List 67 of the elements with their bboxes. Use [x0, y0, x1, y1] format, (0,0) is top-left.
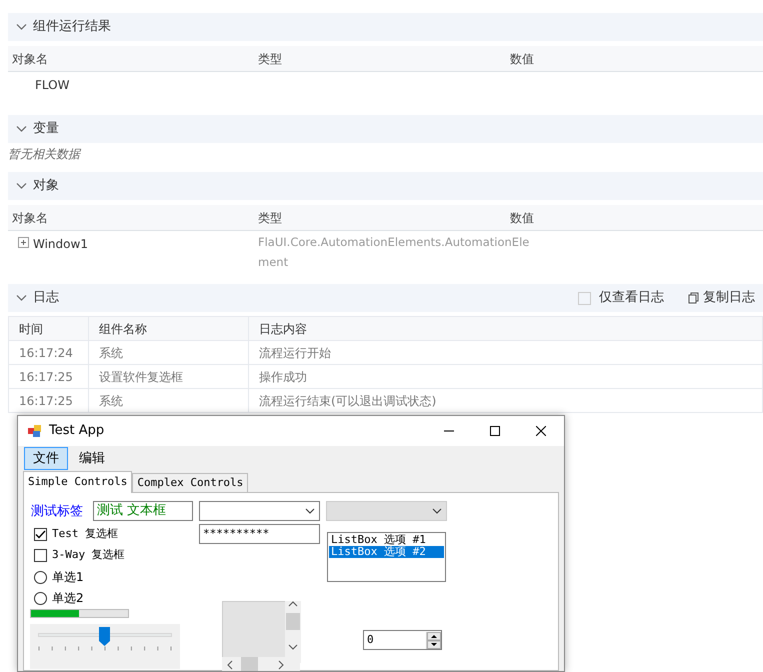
- copy-button[interactable]: 复制日志: [688, 288, 755, 308]
- chevron-up-icon[interactable]: [288, 601, 298, 607]
- password-field[interactable]: **********: [199, 524, 320, 544]
- chevron-icon[interactable]: [16, 294, 27, 302]
- close-icon: [536, 426, 546, 436]
- checkbox[interactable]: Test 复选框: [34, 526, 118, 542]
- dropdown[interactable]: [199, 501, 320, 521]
- horizontal-scrollbar[interactable]: [222, 657, 300, 671]
- slider[interactable]: [30, 624, 180, 669]
- column-header: 组件名称: [88, 316, 248, 340]
- column-header: 对象名: [11, 210, 49, 226]
- section-title: 组件运行结果: [33, 18, 111, 36]
- dropdown-icon: [432, 508, 442, 514]
- maximize-icon: [490, 426, 500, 436]
- section-title: 变量: [33, 120, 59, 138]
- list-item[interactable]: ListBox 选项 #1: [329, 534, 444, 546]
- table-cell-text: Window1: [33, 236, 88, 253]
- list-item[interactable]: ListBox 选项 #2: [329, 546, 444, 558]
- menu-item[interactable]: 文件: [24, 446, 68, 470]
- chevron-icon[interactable]: [16, 125, 27, 133]
- table-cell: 设置软件复选框: [88, 364, 248, 388]
- vertical-scrollbar[interactable]: [285, 601, 301, 663]
- expand-icon[interactable]: [18, 237, 29, 248]
- chevron-icon[interactable]: [16, 23, 27, 31]
- column-header: 对象名: [11, 50, 49, 68]
- column-header: 日志内容: [248, 316, 762, 340]
- table-cell: 16:17:25: [8, 364, 88, 388]
- empty-message: 暂无相关数据: [8, 146, 82, 163]
- slider-thumb[interactable]: [98, 627, 110, 646]
- table-cell-text: ment: [258, 254, 290, 271]
- table-cell: 16:17:24: [8, 340, 88, 364]
- column-header: 类型: [258, 210, 283, 226]
- tab[interactable]: Simple Controls: [23, 470, 132, 493]
- section-title: 对象: [33, 177, 59, 196]
- label-text: 测试标签: [31, 503, 83, 521]
- table-cell: 系统: [88, 388, 248, 412]
- table-cell: 系统: [88, 340, 248, 364]
- column-header: 类型: [258, 50, 283, 68]
- chevron-right-icon[interactable]: [278, 660, 284, 670]
- chevron-down-icon[interactable]: [288, 644, 298, 650]
- table-cell: FLOW: [35, 78, 70, 92]
- number-field[interactable]: 0: [363, 630, 442, 650]
- tab[interactable]: Complex Controls: [132, 472, 248, 492]
- copy-icon: [688, 292, 699, 304]
- app-icon: [27, 423, 43, 439]
- radio-button[interactable]: 单选2: [34, 589, 84, 607]
- table-cell: 流程运行开始: [248, 340, 762, 364]
- checkbox[interactable]: 3-Way 复选框: [34, 547, 125, 564]
- table-cell-text: FlaUI.Core.AutomationElements.AutomationEle: [258, 234, 530, 251]
- window-title: Test App: [49, 422, 104, 440]
- column-header: 数值: [510, 210, 534, 226]
- filter-checkbox[interactable]: 仅查看日志: [578, 288, 664, 308]
- table-cell: 流程运行结束(可以退出调试状态): [248, 388, 762, 412]
- text-field[interactable]: 测试 文本框: [93, 501, 193, 521]
- menu-item[interactable]: 编辑: [70, 446, 114, 470]
- section-title: 日志: [33, 289, 59, 308]
- chevron-left-icon[interactable]: [227, 660, 233, 670]
- spin-icon: [426, 632, 441, 648]
- check-icon: [35, 530, 46, 539]
- chevron-icon[interactable]: [16, 182, 27, 190]
- dropdown-icon: [305, 508, 315, 514]
- table-cell: 操作成功: [248, 364, 762, 388]
- table-cell: 16:17:25: [8, 388, 88, 412]
- column-header: 数值: [510, 50, 534, 68]
- column-header: 时间: [8, 316, 88, 340]
- radio-button[interactable]: 单选1: [34, 568, 84, 586]
- field-value: 0: [367, 632, 374, 648]
